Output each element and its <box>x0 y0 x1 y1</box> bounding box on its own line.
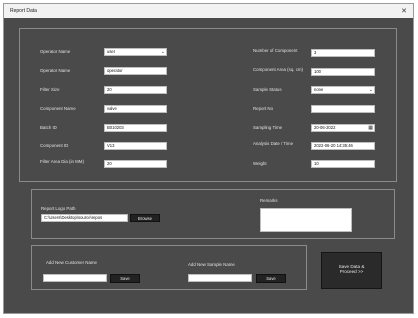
number-of-component-label: Number of Component <box>253 48 298 53</box>
save-sample-button[interactable]: Save <box>256 274 286 283</box>
window-title: Report Data <box>10 8 37 14</box>
save-proceed-button[interactable]: Save Data & Proceed >> <box>321 252 382 289</box>
sample-status-select[interactable]: none ⌄ <box>311 86 375 94</box>
save-proceed-line2: Proceed >> <box>339 269 364 274</box>
operator-select[interactable]: user ⌄ <box>104 48 167 56</box>
sample-name-label: Add New Sample Name <box>188 262 235 267</box>
chevron-down-icon: ⌄ <box>368 87 373 93</box>
close-icon[interactable]: ✕ <box>401 7 407 15</box>
component-name-label: Component Name <box>40 106 76 111</box>
title-bar: Report Data ✕ <box>4 4 413 18</box>
component-area-label: Component Area (sq. cm) <box>253 67 304 72</box>
calendar-icon: ▦ <box>368 125 373 131</box>
customer-name-input[interactable] <box>43 274 107 282</box>
sampling-time-date-picker[interactable]: 20-06-2022 ▦ <box>311 124 375 132</box>
filter-size-input[interactable]: 20 <box>104 86 167 94</box>
sample-status-label: Sample Status <box>253 87 282 92</box>
logo-path-label: Report Logo Path <box>41 206 76 211</box>
sampling-time-label: Sampling Time <box>253 125 283 130</box>
operator-name-input[interactable]: operator <box>104 67 167 75</box>
operator-select-label: Operator Name <box>40 49 71 54</box>
component-id-input[interactable]: V13 <box>104 142 167 150</box>
report-no-input[interactable] <box>311 105 375 113</box>
filter-area-label: Filter Area Dia (in MM) <box>40 159 84 164</box>
fields-group: Operator Name user ⌄ Operator Name operat… <box>19 28 397 182</box>
component-id-label: Component ID <box>40 143 69 148</box>
analysis-date-label: Analysis Date / Time <box>253 141 294 146</box>
add-names-group: Add New Customer Name Save Add New Sampl… <box>31 245 307 290</box>
operator-name-label: Operator Name <box>40 68 71 73</box>
component-name-input[interactable]: valve <box>104 105 167 113</box>
filter-size-label: Filter Size <box>40 87 60 92</box>
weight-input[interactable]: 10 <box>311 160 375 168</box>
save-customer-button[interactable]: Save <box>110 274 140 283</box>
logo-path-input[interactable]: C:\Users\Desktop\source\repos <box>41 214 128 222</box>
remarks-label: Remarks <box>260 198 278 203</box>
remarks-textarea[interactable] <box>260 208 352 232</box>
chevron-down-icon: ⌄ <box>160 49 165 55</box>
report-data-window: Report Data ✕ Operator Name user ⌄ Operat… <box>3 3 414 314</box>
logo-remarks-group: Report Logo Path C:\Users\Desktop\source… <box>31 189 395 239</box>
batch-id-label: Batch ID <box>40 125 57 130</box>
customer-name-label: Add New Customer Name <box>46 260 97 265</box>
batch-id-input[interactable]: B010203 <box>104 124 167 132</box>
filter-area-input[interactable]: 20 <box>104 160 167 168</box>
browse-button[interactable]: Browse <box>130 214 160 222</box>
analysis-date-input[interactable]: 2022-06-20 14:35:46 <box>311 142 375 150</box>
number-of-component-input[interactable]: 3 <box>311 49 375 57</box>
report-no-label: Report No <box>253 106 274 111</box>
sample-name-input[interactable] <box>188 274 252 282</box>
weight-label: Weight <box>253 161 267 166</box>
component-area-input[interactable]: 100 <box>311 68 375 76</box>
